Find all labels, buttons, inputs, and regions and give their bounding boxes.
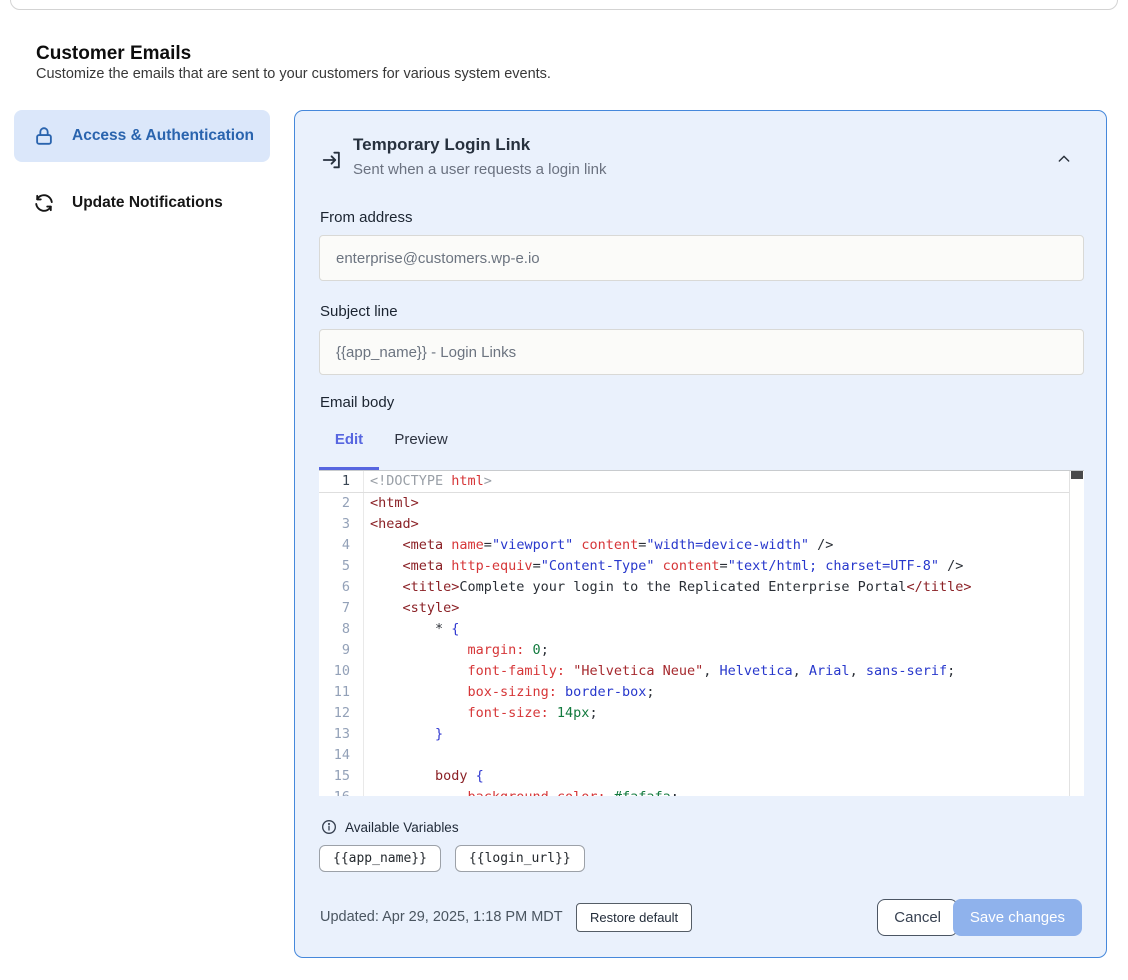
code-line: 4<meta name="viewport" content="width=de… <box>319 535 1084 556</box>
code-line: 11box-sizing: border-box; <box>319 682 1084 703</box>
card-footer: Updated: Apr 29, 2025, 1:18 PM MDT Resto… <box>319 899 1082 939</box>
chevron-up-icon[interactable] <box>1056 151 1072 167</box>
editor-scrollbar-thumb[interactable] <box>1071 471 1083 479</box>
page-title: Customer Emails <box>36 43 191 65</box>
sidebar: Access & Authentication Update Notificat… <box>14 110 270 227</box>
code-line: 6<title>Complete your login to the Repli… <box>319 577 1084 598</box>
sidebar-item-label: Access & Authentication <box>72 124 254 148</box>
available-variables-header: Available Variables <box>321 819 459 835</box>
from-address-label: From address <box>320 209 413 226</box>
subject-line-input[interactable] <box>319 329 1084 375</box>
code-line: 8* { <box>319 619 1084 640</box>
code-line: 10font-family: "Helvetica Neue", Helveti… <box>319 661 1084 682</box>
code-line: 1<!DOCTYPE html> <box>319 471 1084 493</box>
tab-edit[interactable]: Edit <box>319 421 379 459</box>
from-address-input[interactable] <box>319 235 1084 281</box>
variable-chips: {{app_name}} {{login_url}} <box>319 845 585 872</box>
code-line: 7<style> <box>319 598 1084 619</box>
save-changes-button[interactable]: Save changes <box>953 899 1082 936</box>
sidebar-item-access-authentication[interactable]: Access & Authentication <box>14 110 270 162</box>
code-line: 13} <box>319 724 1084 745</box>
code-line: 12font-size: 14px; <box>319 703 1084 724</box>
card-subtitle: Sent when a user requests a login link <box>353 161 606 178</box>
editor-scrollbar[interactable] <box>1069 471 1084 796</box>
code-editor[interactable]: 1<!DOCTYPE html>2<html>3<head>4<meta nam… <box>319 470 1084 796</box>
code-line: 16background-color: #fafafa; <box>319 787 1084 796</box>
cancel-button[interactable]: Cancel <box>877 899 958 936</box>
email-settings-card: Temporary Login Link Sent when a user re… <box>294 110 1107 958</box>
previous-card-edge <box>10 0 1118 10</box>
variable-chip-app-name[interactable]: {{app_name}} <box>319 845 441 872</box>
card-title: Temporary Login Link <box>353 135 530 155</box>
code-line: 2<html> <box>319 493 1084 514</box>
sidebar-item-label: Update Notifications <box>72 191 223 215</box>
lock-icon <box>33 125 55 147</box>
available-variables-label: Available Variables <box>345 820 459 835</box>
code-line: 14 <box>319 745 1084 766</box>
code-line: 9margin: 0; <box>319 640 1084 661</box>
sidebar-item-update-notifications[interactable]: Update Notifications <box>14 179 270 227</box>
info-icon <box>321 819 337 835</box>
email-body-tabs: Edit Preview <box>319 421 463 459</box>
code-line: 15body { <box>319 766 1084 787</box>
page-subtitle: Customize the emails that are sent to yo… <box>36 66 551 82</box>
restore-default-button[interactable]: Restore default <box>576 903 692 932</box>
login-icon <box>321 149 343 171</box>
code-line: 5<meta http-equiv="Content-Type" content… <box>319 556 1084 577</box>
variable-chip-login-url[interactable]: {{login_url}} <box>455 845 585 872</box>
code-line: 3<head> <box>319 514 1084 535</box>
email-body-label: Email body <box>320 394 394 411</box>
updated-timestamp: Updated: Apr 29, 2025, 1:18 PM MDT <box>320 909 563 925</box>
tab-preview[interactable]: Preview <box>379 421 463 459</box>
code-lines: 1<!DOCTYPE html>2<html>3<head>4<meta nam… <box>319 471 1084 796</box>
refresh-icon <box>33 192 55 214</box>
subject-line-label: Subject line <box>320 303 398 320</box>
